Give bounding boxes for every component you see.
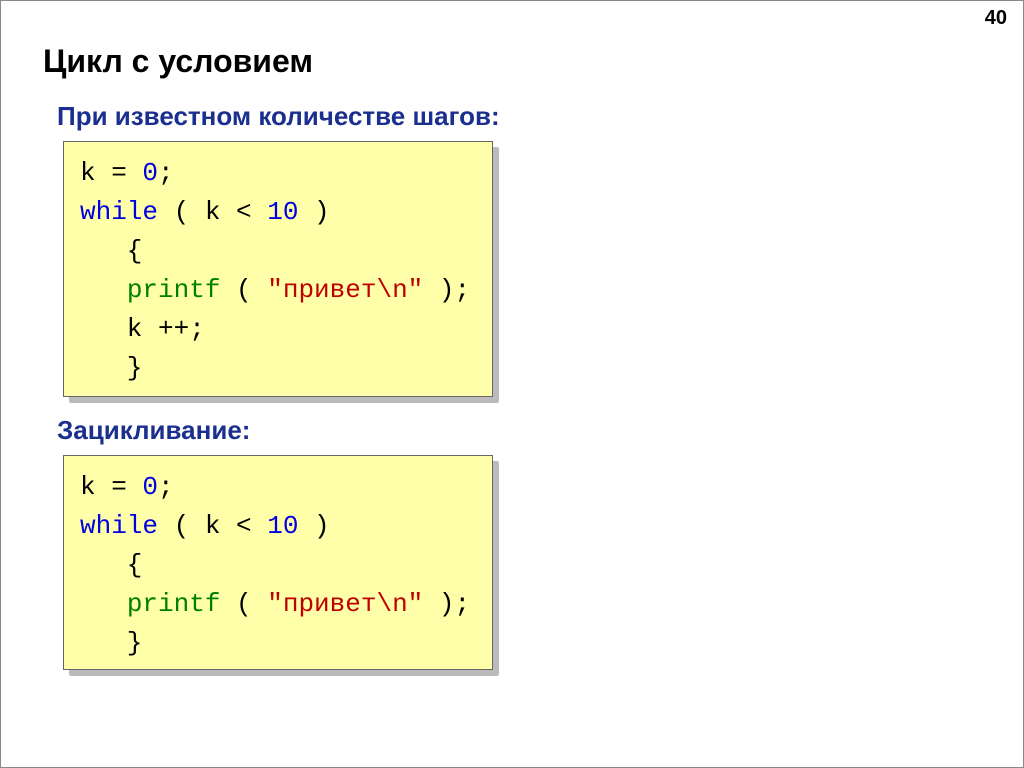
- subheading-infinite-loop: Зацикливание:: [57, 415, 250, 446]
- code-number: 10: [267, 511, 298, 541]
- code-text: (: [220, 275, 267, 305]
- code-text: k =: [80, 472, 142, 502]
- code-keyword: while: [80, 197, 158, 227]
- code-function: printf: [127, 275, 221, 305]
- code-text: }: [80, 353, 142, 383]
- code-text: {: [80, 550, 142, 580]
- code-text: [80, 275, 127, 305]
- code-text: );: [423, 275, 470, 305]
- code-number: 0: [142, 472, 158, 502]
- code-text: ): [298, 511, 329, 541]
- slide-title: Цикл с условием: [43, 43, 313, 80]
- code-function: printf: [127, 589, 221, 619]
- code-text: ( k <: [158, 197, 267, 227]
- code-number: 10: [267, 197, 298, 227]
- code-text: (: [220, 589, 267, 619]
- code-keyword: while: [80, 511, 158, 541]
- code-text: {: [80, 236, 142, 266]
- code-text: k =: [80, 158, 142, 188]
- code-text: ): [298, 197, 329, 227]
- slide: 40 Цикл с условием При известном количес…: [0, 0, 1024, 768]
- code-block-2-wrap: k = 0; while ( k < 10 ) { printf ( "прив…: [63, 455, 493, 670]
- code-text: );: [423, 589, 470, 619]
- page-number: 40: [985, 7, 1007, 30]
- code-string: "привет\n": [267, 275, 423, 305]
- code-number: 0: [142, 158, 158, 188]
- code-text: [80, 589, 127, 619]
- code-block-2: k = 0; while ( k < 10 ) { printf ( "прив…: [63, 455, 493, 670]
- code-text: }: [80, 628, 142, 658]
- code-text: ;: [158, 158, 174, 188]
- subheading-known-steps: При известном количестве шагов:: [57, 101, 500, 132]
- code-string: "привет\n": [267, 589, 423, 619]
- code-text: ;: [158, 472, 174, 502]
- code-block-1: k = 0; while ( k < 10 ) { printf ( "прив…: [63, 141, 493, 397]
- code-block-1-wrap: k = 0; while ( k < 10 ) { printf ( "прив…: [63, 141, 493, 397]
- code-text: k ++;: [80, 314, 205, 344]
- code-text: ( k <: [158, 511, 267, 541]
